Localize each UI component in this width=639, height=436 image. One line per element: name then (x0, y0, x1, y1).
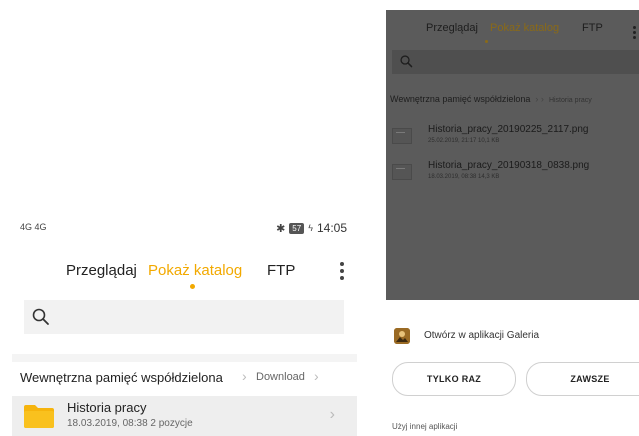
signal-indicator: 4G 4G (20, 222, 47, 232)
active-tab-indicator (485, 40, 488, 43)
status-bar: 4G 4G ✱ 57 ϟ 14:05 (12, 212, 357, 242)
file-meta: 25.02.2019, 21:17 10,1 KB (428, 138, 500, 144)
charging-icon: ϟ (308, 223, 313, 233)
chevron-right-icon: › › (532, 94, 547, 104)
chevron-right-icon: › (329, 406, 335, 423)
tab-show-directory[interactable]: Pokaż katalog (148, 262, 242, 279)
search-bar[interactable] (24, 300, 344, 334)
tab-browse[interactable]: Przeglądaj (66, 262, 137, 279)
image-file-icon (392, 164, 412, 180)
bluetooth-icon: ✱ (276, 222, 286, 235)
right-screen: Przeglądaj Pokaż katalog FTP Wewnętrzna … (386, 10, 639, 436)
breadcrumb-root[interactable]: Wewnętrzna pamięć współdzielona (20, 370, 223, 385)
list-item-folder[interactable]: Historia pracy 18.03.2019, 08:38 2 pozyc… (12, 396, 357, 436)
image-file-icon (392, 128, 412, 144)
gallery-app-icon (394, 328, 410, 344)
folder-meta: 18.03.2019, 08:38 2 pozycje (67, 418, 193, 429)
open-with-sheet: Otwórz w aplikacji Galeria TYLKO RAZ ZAW… (386, 300, 639, 436)
more-vert-icon[interactable] (339, 262, 345, 282)
file-meta: 18.03.2019, 08:38 14,3 KB (428, 174, 500, 180)
tab-browse[interactable]: Przeglądaj (426, 22, 478, 34)
tab-ftp[interactable]: FTP (582, 22, 603, 34)
open-with-gallery[interactable]: Otwórz w aplikacji Galeria (386, 320, 639, 350)
breadcrumb-current[interactable]: Historia pracy (549, 97, 592, 104)
tab-show-directory[interactable]: Pokaż katalog (490, 22, 559, 34)
use-other-app-link[interactable]: Użyj innej aplikacji (392, 422, 457, 431)
left-screen: 4G 4G ✱ 57 ϟ 14:05 Przeglądaj Pokaż kata… (12, 212, 357, 436)
search-icon (32, 308, 49, 325)
chevron-right-icon: › (314, 368, 319, 384)
folder-name: Historia pracy (67, 400, 147, 415)
breadcrumb-root[interactable]: Wewnętrzna pamięć współdzielona (390, 94, 530, 104)
list-item-file[interactable]: Historia_pracy_20190318_0838.png 18.03.2… (386, 158, 639, 188)
chevron-right-icon: › (242, 368, 247, 384)
active-tab-indicator (190, 284, 195, 289)
more-vert-icon[interactable] (633, 26, 637, 41)
just-once-button[interactable]: TYLKO RAZ (392, 362, 516, 396)
breadcrumb: Wewnętrzna pamięć współdzielona › › Hist… (390, 94, 639, 104)
file-name: Historia_pracy_20190318_0838.png (428, 160, 590, 171)
clock: 14:05 (316, 221, 347, 235)
search-bar[interactable] (392, 50, 639, 74)
open-with-label: Otwórz w aplikacji Galeria (424, 330, 540, 341)
folder-icon (24, 405, 54, 428)
battery-icon: 57 (289, 222, 305, 234)
tab-ftp[interactable]: FTP (267, 262, 295, 279)
breadcrumb-current[interactable]: Download (256, 371, 305, 383)
tab-bar: Przeglądaj Pokaż katalog FTP (12, 256, 357, 292)
always-button[interactable]: ZAWSZE (526, 362, 639, 396)
search-icon (400, 55, 413, 68)
list-item-file[interactable]: Historia_pracy_20190225_2117.png 25.02.2… (386, 122, 639, 152)
tab-bar-dimmed: Przeglądaj Pokaż katalog FTP (386, 18, 639, 48)
file-name: Historia_pracy_20190225_2117.png (428, 124, 589, 135)
breadcrumb: Wewnętrzna pamięć współdzielona › Downlo… (12, 354, 357, 394)
